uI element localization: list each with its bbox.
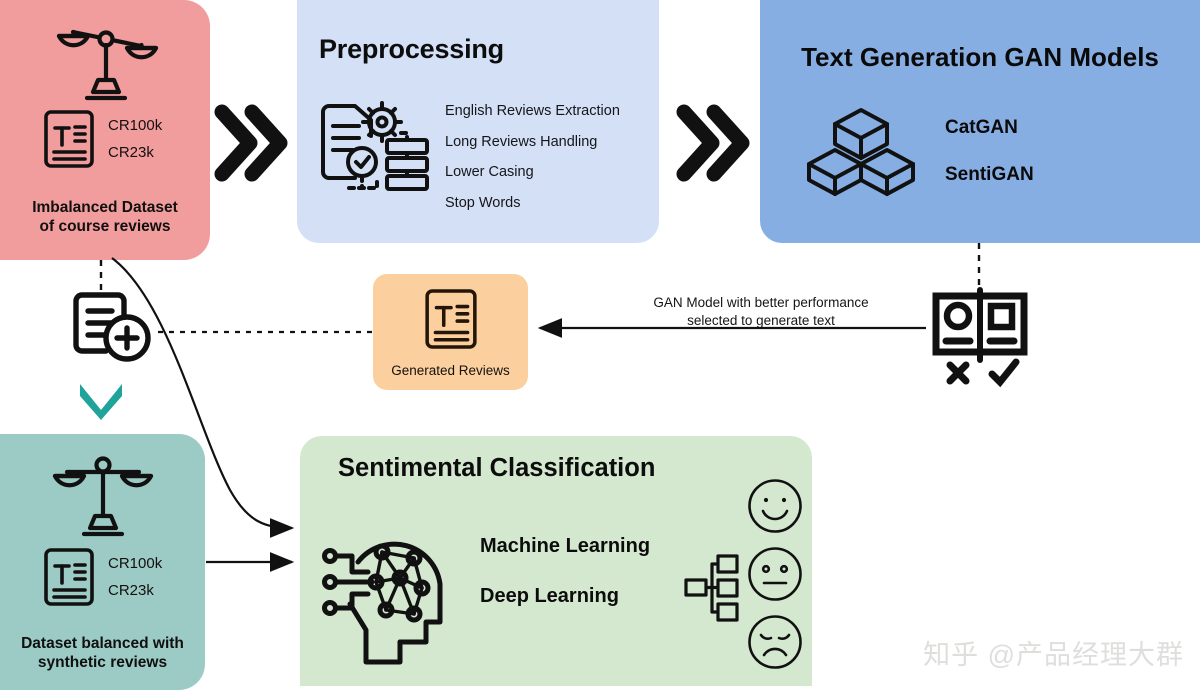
dataset-name: CR23k	[108, 582, 154, 599]
dataset-doc-row: CR100k CR23k	[42, 108, 162, 170]
watermark: 知乎 @产品经理大群	[923, 640, 1184, 670]
down-chevron-arrow	[77, 380, 125, 420]
document-gear-process-icon	[315, 96, 433, 200]
diagram-canvas: CR100k CR23k Imbalanced Dataset of cours…	[0, 0, 1200, 690]
caption-line-1: Dataset balanced with	[21, 635, 184, 652]
preprocessing-step: Lower Casing	[445, 164, 534, 180]
positive-face-icon	[747, 478, 803, 534]
imbalanced-dataset-card: CR100k CR23k Imbalanced Dataset of cours…	[0, 0, 210, 260]
preprocessing-card: Preprocessing English Reviews Extraction…	[297, 0, 659, 243]
decision-tree-icon	[684, 554, 739, 624]
text-document-icon	[42, 546, 96, 608]
caption-line-2: synthetic reviews	[37, 654, 168, 672]
dataset-names: CR100k CR23k	[108, 118, 162, 160]
generated-reviews-card: Generated Reviews	[373, 274, 528, 390]
ab-comparison-icon	[928, 287, 1032, 390]
preprocessing-title: Preprocessing	[319, 34, 504, 64]
annotation-line-2: selected to generate text	[687, 313, 835, 329]
sentiment-method-list: Machine Learning Deep Learning	[480, 536, 650, 606]
sentimental-classification-title: Sentimental Classification	[338, 454, 656, 482]
negative-face-icon	[747, 614, 803, 670]
dataset-name: CR100k	[108, 555, 163, 572]
sentimental-classification-card: Sentimental Classification Machine Learn…	[300, 436, 812, 686]
text-document-icon	[42, 108, 96, 170]
preprocessing-step: Long Reviews Handling	[445, 133, 598, 150]
dataset-doc-row: CR100k CR23k	[42, 546, 162, 608]
selection-annotation: GAN Model with better performance select…	[616, 294, 906, 330]
preprocessing-step: English Reviews Extraction	[445, 103, 620, 119]
gan-model-name: CatGAN	[945, 117, 1018, 138]
text-document-icon	[423, 286, 479, 352]
sentiment-method: Deep Learning	[480, 585, 619, 607]
gan-models-card: Text Generation GAN Models CatGAN SentiG…	[760, 0, 1200, 243]
double-chevron-right-2	[676, 104, 750, 182]
caption-line-2: of course reviews	[39, 218, 171, 236]
caption-line-1: Imbalanced Dataset	[32, 199, 178, 216]
balanced-caption: Dataset balanced with synthetic reviews	[0, 634, 205, 673]
balanced-scale-icon	[52, 452, 153, 542]
preprocessing-steps: English Reviews Extraction Long Reviews …	[445, 104, 620, 210]
gan-model-list: CatGAN SentiGAN	[945, 118, 1034, 184]
gan-model-name: SentiGAN	[945, 164, 1034, 185]
balanced-dataset-card: CR100k CR23k Dataset balanced with synth…	[0, 434, 205, 690]
document-add-icon	[72, 291, 152, 363]
dataset-names: CR100k CR23k	[108, 556, 162, 598]
unbalanced-scale-icon	[53, 14, 159, 106]
sentiment-method: Machine Learning	[480, 535, 651, 557]
dataset-name: CR23k	[108, 144, 154, 161]
gan-models-title: Text Generation GAN Models	[801, 42, 1159, 72]
dataset-name: CR100k	[108, 117, 163, 134]
cubes-3d-icon	[807, 106, 915, 198]
annotation-line-1: GAN Model with better performance	[653, 295, 869, 310]
ai-brain-head-icon	[322, 510, 462, 670]
neutral-face-icon	[747, 546, 803, 602]
imbalanced-caption: Imbalanced Dataset of course reviews	[0, 198, 210, 237]
preprocessing-step: Stop Words	[445, 194, 521, 211]
generated-reviews-caption: Generated Reviews	[391, 363, 510, 378]
double-chevron-right-1	[214, 104, 288, 182]
